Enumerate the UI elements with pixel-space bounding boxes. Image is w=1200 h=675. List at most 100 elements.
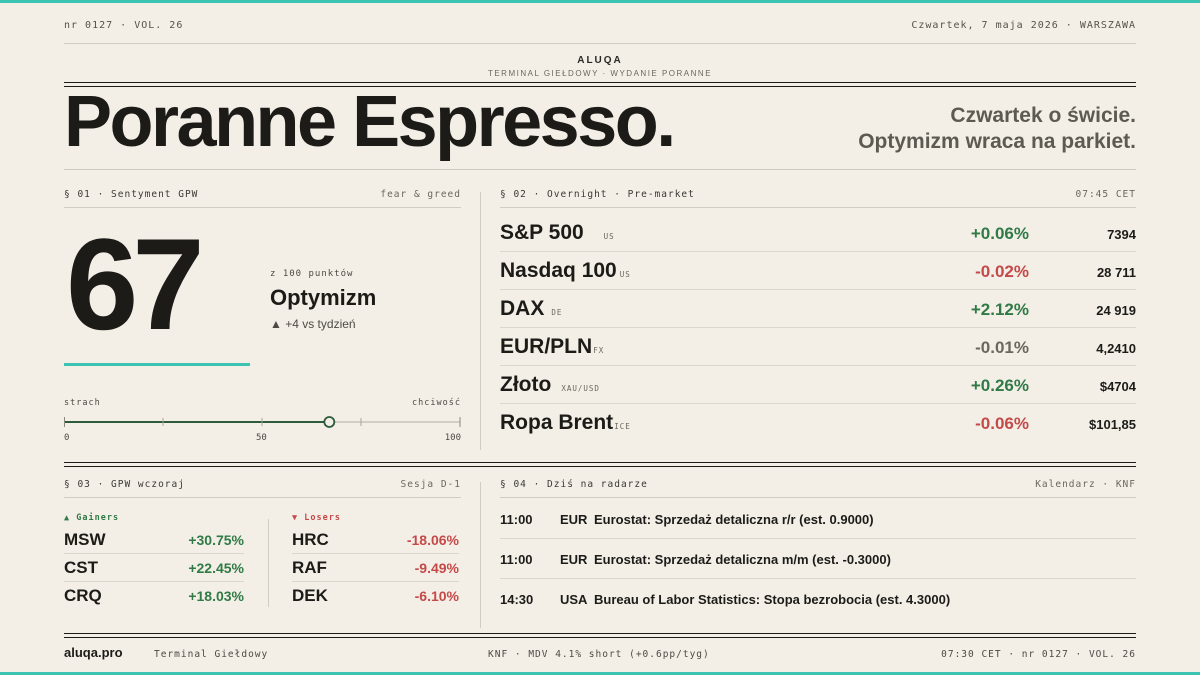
market-value: $4704 <box>1099 379 1136 394</box>
column-divider <box>480 482 481 628</box>
overnight-section: § 02 · Overnight · Pre-market 07:45 CET … <box>500 189 1136 442</box>
scale-tick-100: 100 <box>444 433 461 443</box>
section-label: § 02 · Overnight · Pre-market <box>500 189 695 200</box>
event-text: Eurostat: Sprzedaż detaliczna m/m (est. … <box>594 552 891 567</box>
ticker: CST <box>64 558 98 577</box>
market-name: Nasdaq 100 <box>500 259 617 282</box>
ticker: DEK <box>292 586 328 605</box>
section-note: Sesja D-1 <box>400 479 461 490</box>
overnight-time: 07:45 CET <box>1075 189 1136 200</box>
market-name: S&P 500 <box>500 221 584 244</box>
ticker: RAF <box>292 558 327 577</box>
footer-knf: KNF · MDV 4.1% short (+0.6pp/tyg) <box>488 649 710 660</box>
loser-row: DEK -6.10% <box>292 582 459 610</box>
column-divider <box>268 519 269 607</box>
scale-tick-50: 50 <box>256 433 267 443</box>
section-note: fear & greed <box>380 189 461 200</box>
market-change: -0.01% <box>975 338 1029 357</box>
percent-change: +18.03% <box>188 588 244 604</box>
market-name: Złoto <box>500 373 552 396</box>
top-accent-bar <box>0 0 1200 3</box>
event-row: 14:30 USA Bureau of Labor Statistics: St… <box>500 579 1136 619</box>
gainer-row: CRQ +18.03% <box>64 582 244 610</box>
sentiment-score: 67 <box>66 211 205 357</box>
scale-numbers: 0 50 100 <box>64 433 461 445</box>
brand-name: ALUQA <box>577 55 623 66</box>
event-currency: EUR <box>560 512 588 527</box>
market-tag: ICE <box>614 422 631 431</box>
market-value: 24 919 <box>1096 303 1136 318</box>
market-row: Ropa BrentICE -0.06% $101,85 <box>500 404 1136 442</box>
market-row: DAX DE +2.12% 24 919 <box>500 290 1136 328</box>
sentiment-section-header: § 01 · Sentyment GPW fear & greed <box>64 189 461 208</box>
event-row: 11:00 EUR Eurostat: Sprzedaż detaliczna … <box>500 499 1136 539</box>
event-text: Bureau of Labor Statistics: Stopa bezrob… <box>594 592 951 607</box>
ticker: CRQ <box>64 586 102 605</box>
market-value: $101,85 <box>1089 417 1136 432</box>
market-value: 4,2410 <box>1096 341 1136 356</box>
points-label: z 100 punktów <box>270 269 354 279</box>
ticker: HRC <box>292 530 329 549</box>
market-change: -0.06% <box>975 414 1029 433</box>
scale-tick-0: 0 <box>64 433 70 443</box>
footer-rule <box>64 633 1136 638</box>
radar-section-header: § 04 · Dziś na radarze Kalendarz · KNF <box>500 479 1136 498</box>
overnight-section-header: § 02 · Overnight · Pre-market 07:45 CET <box>500 189 1136 208</box>
market-name: Ropa Brent <box>500 411 614 434</box>
footer-issue: 07:30 CET · nr 0127 · VOL. 26 <box>941 649 1136 660</box>
section-label: § 01 · Sentyment GPW <box>64 189 199 200</box>
gpw-section: § 03 · GPW wczoraj Sesja D-1 ▲ Gainers M… <box>64 479 461 607</box>
losers-header: ▼ Losers <box>292 513 341 523</box>
dateline: Czwartek, 7 maja 2026 · WARSZAWA <box>911 20 1136 31</box>
score-underline <box>64 363 250 366</box>
sentiment-change: ▲ +4 vs tydzień <box>270 317 356 331</box>
market-tag: US <box>619 270 631 279</box>
market-value: 7394 <box>1107 227 1136 242</box>
gainers-header: ▲ Gainers <box>64 513 120 523</box>
section-label: § 03 · GPW wczoraj <box>64 479 185 490</box>
loser-row: HRC -18.06% <box>292 526 459 554</box>
market-row: Złoto XAU/USD +0.26% $4704 <box>500 366 1136 404</box>
section-rule <box>64 462 1136 467</box>
gainer-row: MSW +30.75% <box>64 526 244 554</box>
top-meta-bar: nr 0127 · VOL. 26 Czwartek, 7 maja 2026 … <box>64 20 1136 44</box>
market-name: DAX <box>500 297 545 320</box>
market-change: +2.12% <box>970 300 1029 319</box>
ticker: MSW <box>64 530 106 549</box>
scale-left-label: strach <box>64 398 101 408</box>
site-link[interactable]: aluqa.pro <box>64 645 123 660</box>
market-change: +0.06% <box>970 224 1029 243</box>
section-note: Kalendarz · KNF <box>1035 479 1136 490</box>
market-row: EUR/PLNFX -0.01% 4,2410 <box>500 328 1136 366</box>
radar-section: § 04 · Dziś na radarze Kalendarz · KNF 1… <box>500 479 1136 619</box>
tagline: Czwartek o świcie. Optymizm wraca na par… <box>858 103 1136 155</box>
market-row: S&P 500 US +0.06% 7394 <box>500 214 1136 252</box>
gainer-row: CST +22.45% <box>64 554 244 582</box>
page-title: Poranne Espresso. <box>64 82 676 162</box>
event-time: 11:00 <box>500 552 533 567</box>
column-divider <box>480 192 481 450</box>
sentiment-label: Optymizm <box>270 285 377 310</box>
event-row: 11:00 EUR Eurostat: Sprzedaż detaliczna … <box>500 539 1136 579</box>
market-tag: FX <box>593 346 605 355</box>
loser-row: RAF -9.49% <box>292 554 459 582</box>
gauge-marker <box>323 416 336 428</box>
market-tag: DE <box>551 308 563 317</box>
event-list: 11:00 EUR Eurostat: Sprzedaż detaliczna … <box>500 499 1136 619</box>
gpw-section-header: § 03 · GPW wczoraj Sesja D-1 <box>64 479 461 498</box>
brand-block: ALUQA TERMINAL GIEŁDOWY · WYDANIE PORANN… <box>64 55 1136 78</box>
percent-change: -9.49% <box>414 560 459 576</box>
losers-column: ▼ Losers HRC -18.06% RAF -9.49% DEK -6.1… <box>292 513 459 610</box>
sentiment-section: § 01 · Sentyment GPW fear & greed 67 z 1… <box>64 189 461 443</box>
masthead: Poranne Espresso. Czwartek o świcie. Opt… <box>64 82 1136 170</box>
brand-subtitle: TERMINAL GIEŁDOWY · WYDANIE PORANNE <box>487 69 713 78</box>
percent-change: +22.45% <box>188 560 244 576</box>
percent-change: +30.75% <box>188 532 244 548</box>
issue-number: nr 0127 · VOL. 26 <box>64 20 184 31</box>
market-change: -0.02% <box>975 262 1029 281</box>
event-currency: EUR <box>560 552 588 567</box>
market-tag: XAU/USD <box>561 384 600 393</box>
scale-right-label: chciwość <box>412 398 461 408</box>
market-tag: US <box>603 232 615 241</box>
sentiment-gauge <box>64 416 461 428</box>
